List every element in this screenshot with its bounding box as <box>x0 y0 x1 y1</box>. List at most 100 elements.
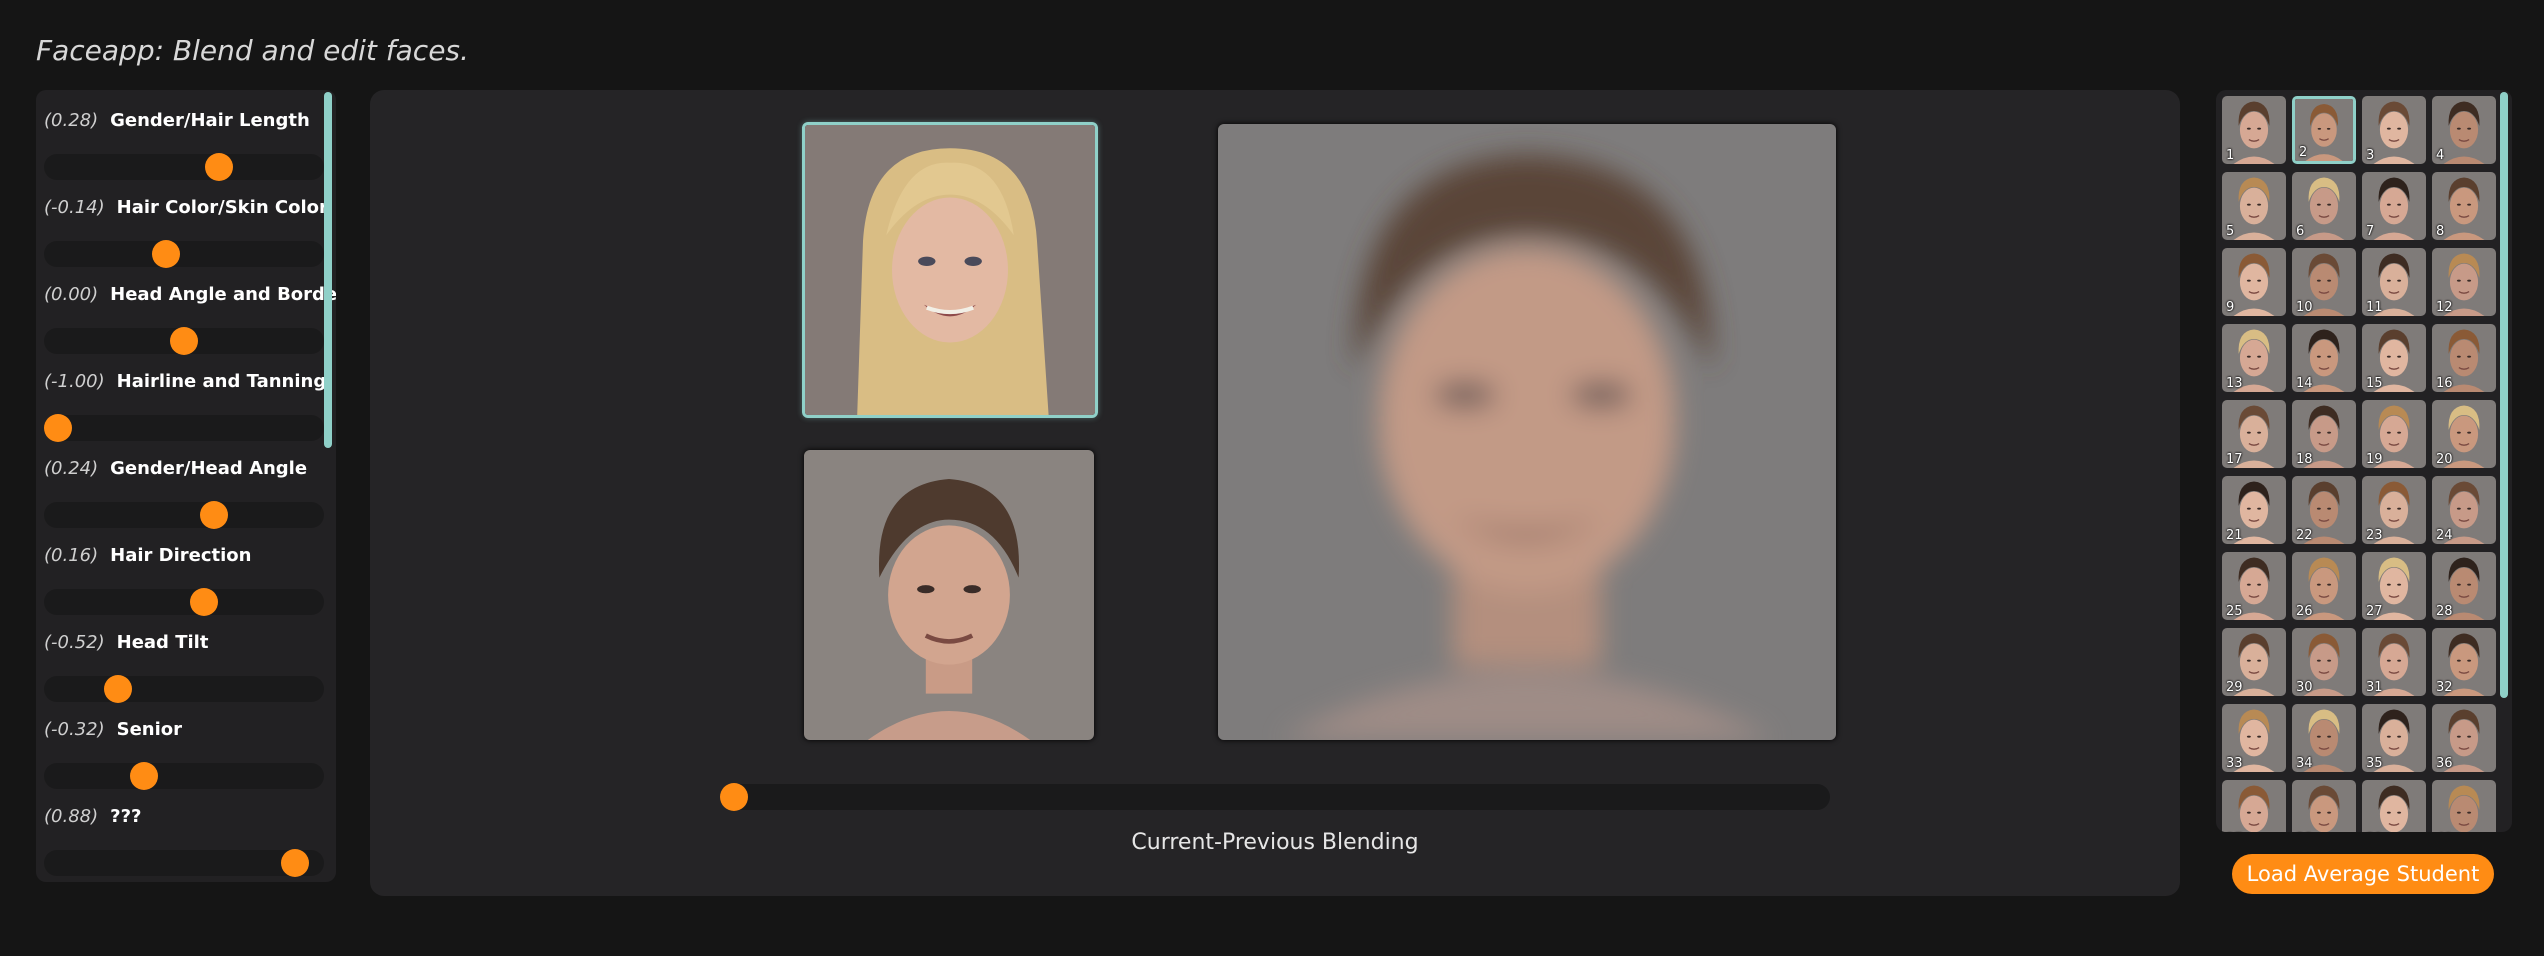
student-grid-scrollbar[interactable] <box>2500 92 2508 698</box>
slider-name: Head Angle and Border <box>110 284 336 305</box>
slider-value: (-0.14) <box>44 197 105 218</box>
student-grid-panel: 1 2 3 4 5 6 7 8 9 10 11 12 13 14 15 16 17 18 19 20 21 22 23 24 2… <box>2216 90 2512 832</box>
student-thumbnail[interactable]: 8 <box>2432 172 2496 240</box>
slider-name: Gender/Hair Length <box>110 110 310 131</box>
blend-slider[interactable] <box>720 783 1830 811</box>
student-thumbnail[interactable]: 23 <box>2362 476 2426 544</box>
student-portrait <box>2432 780 2496 832</box>
slider-label: (-1.00) Hairline and Tanning <box>44 371 326 392</box>
student-number: 25 <box>2226 604 2243 619</box>
student-thumbnail[interactable]: 30 <box>2292 628 2356 696</box>
student-thumbnail[interactable]: 27 <box>2362 552 2426 620</box>
student-thumbnail[interactable]: 21 <box>2222 476 2286 544</box>
blended-face-portrait <box>1218 124 1836 740</box>
slider-value: (-0.52) <box>44 632 105 653</box>
slider-group: (0.24) Gender/Head Angle <box>36 438 326 529</box>
current-face-image[interactable] <box>802 122 1098 418</box>
slider-value: (0.16) <box>44 545 99 566</box>
student-thumbnail[interactable]: 29 <box>2222 628 2286 696</box>
student-number: 16 <box>2436 376 2453 391</box>
slider-panel-scrollbar[interactable] <box>324 92 332 448</box>
student-thumbnail[interactable]: 16 <box>2432 324 2496 392</box>
student-number: 18 <box>2296 452 2313 467</box>
student-thumbnail[interactable]: 31 <box>2362 628 2426 696</box>
student-thumbnail[interactable]: 15 <box>2362 324 2426 392</box>
student-portrait <box>2222 780 2286 832</box>
app-title: Faceapp: Blend and edit faces. <box>36 34 469 67</box>
student-thumbnail[interactable]: 18 <box>2292 400 2356 468</box>
student-number: 34 <box>2296 756 2313 771</box>
student-number: 28 <box>2436 604 2453 619</box>
attribute-slider-thumb[interactable] <box>280 849 309 877</box>
previous-face-image[interactable] <box>804 450 1094 740</box>
slider-label: (-0.14) Hair Color/Skin Color <box>44 197 328 218</box>
student-thumbnail[interactable]: 3 <box>2362 96 2426 164</box>
student-thumbnail[interactable]: 26 <box>2292 552 2356 620</box>
student-thumbnail[interactable]: 33 <box>2222 704 2286 772</box>
student-portrait <box>2362 780 2426 832</box>
slider-value: (0.28) <box>44 110 99 131</box>
slider-group: (-0.52) Head Tilt <box>36 612 326 703</box>
student-thumbnail[interactable]: 4 <box>2432 96 2496 164</box>
student-thumbnail[interactable]: 12 <box>2432 248 2496 316</box>
student-number: 32 <box>2436 680 2453 695</box>
student-thumbnail[interactable]: 32 <box>2432 628 2496 696</box>
student-number: 19 <box>2366 452 2383 467</box>
slider-group: (0.16) Hair Direction <box>36 525 326 616</box>
student-thumbnail[interactable]: 10 <box>2292 248 2356 316</box>
load-average-student-button[interactable]: Load Average Student <box>2232 854 2494 894</box>
student-number: 1 <box>2226 148 2235 163</box>
student-thumbnail[interactable]: 25 <box>2222 552 2286 620</box>
student-thumbnail[interactable]: 11 <box>2362 248 2426 316</box>
previous-face-portrait <box>804 450 1094 740</box>
student-thumbnail[interactable]: 14 <box>2292 324 2356 392</box>
slider-name: Head Tilt <box>116 632 209 653</box>
student-number: 11 <box>2366 300 2383 315</box>
student-number: 35 <box>2366 756 2383 771</box>
student-thumbnail[interactable]: 1 <box>2222 96 2286 164</box>
student-thumbnail[interactable]: 5 <box>2222 172 2286 240</box>
student-thumbnail[interactable]: 13 <box>2222 324 2286 392</box>
blend-slider-thumb[interactable] <box>720 783 748 811</box>
student-thumbnail[interactable]: 39 <box>2362 780 2426 832</box>
student-thumbnail[interactable]: 38 <box>2292 780 2356 832</box>
student-thumbnail[interactable]: 17 <box>2222 400 2286 468</box>
student-thumbnail[interactable]: 40 <box>2432 780 2496 832</box>
blended-face-image <box>1218 124 1836 740</box>
student-number: 5 <box>2226 224 2235 239</box>
student-number: 2 <box>2299 145 2308 160</box>
current-face-portrait <box>805 125 1095 415</box>
student-number: 3 <box>2366 148 2375 163</box>
student-number: 10 <box>2296 300 2313 315</box>
slider-group: (-0.14) Hair Color/Skin Color <box>36 177 328 268</box>
student-thumbnail[interactable]: 36 <box>2432 704 2496 772</box>
student-thumbnail[interactable]: 35 <box>2362 704 2426 772</box>
slider-name: Hair Direction <box>110 545 252 566</box>
attribute-slider[interactable] <box>44 849 324 877</box>
slider-name: Hairline and Tanning <box>116 371 327 392</box>
student-number: 22 <box>2296 528 2313 543</box>
student-thumbnail[interactable]: 2 <box>2292 96 2356 164</box>
student-thumbnail[interactable]: 20 <box>2432 400 2496 468</box>
slider-value: (0.00) <box>44 284 99 305</box>
student-number: 26 <box>2296 604 2313 619</box>
student-number: 13 <box>2226 376 2243 391</box>
student-thumbnail[interactable]: 24 <box>2432 476 2496 544</box>
student-number: 31 <box>2366 680 2383 695</box>
slider-value: (0.88) <box>44 806 99 827</box>
student-thumbnail[interactable]: 37 <box>2222 780 2286 832</box>
blend-slider-label: Current-Previous Blending <box>1131 830 1419 855</box>
slider-label: (0.24) Gender/Head Angle <box>44 458 307 479</box>
student-thumbnail[interactable]: 6 <box>2292 172 2356 240</box>
student-thumbnail[interactable]: 22 <box>2292 476 2356 544</box>
student-number: 24 <box>2436 528 2453 543</box>
student-thumbnail[interactable]: 34 <box>2292 704 2356 772</box>
student-thumbnail[interactable]: 19 <box>2362 400 2426 468</box>
student-thumbnail[interactable]: 28 <box>2432 552 2496 620</box>
student-thumbnail[interactable]: 7 <box>2362 172 2426 240</box>
slider-label: (0.00) Head Angle and Border <box>44 284 336 305</box>
slider-label: (0.28) Gender/Hair Length <box>44 110 310 131</box>
student-thumbnail[interactable]: 9 <box>2222 248 2286 316</box>
student-number: 17 <box>2226 452 2243 467</box>
student-number: 14 <box>2296 376 2313 391</box>
